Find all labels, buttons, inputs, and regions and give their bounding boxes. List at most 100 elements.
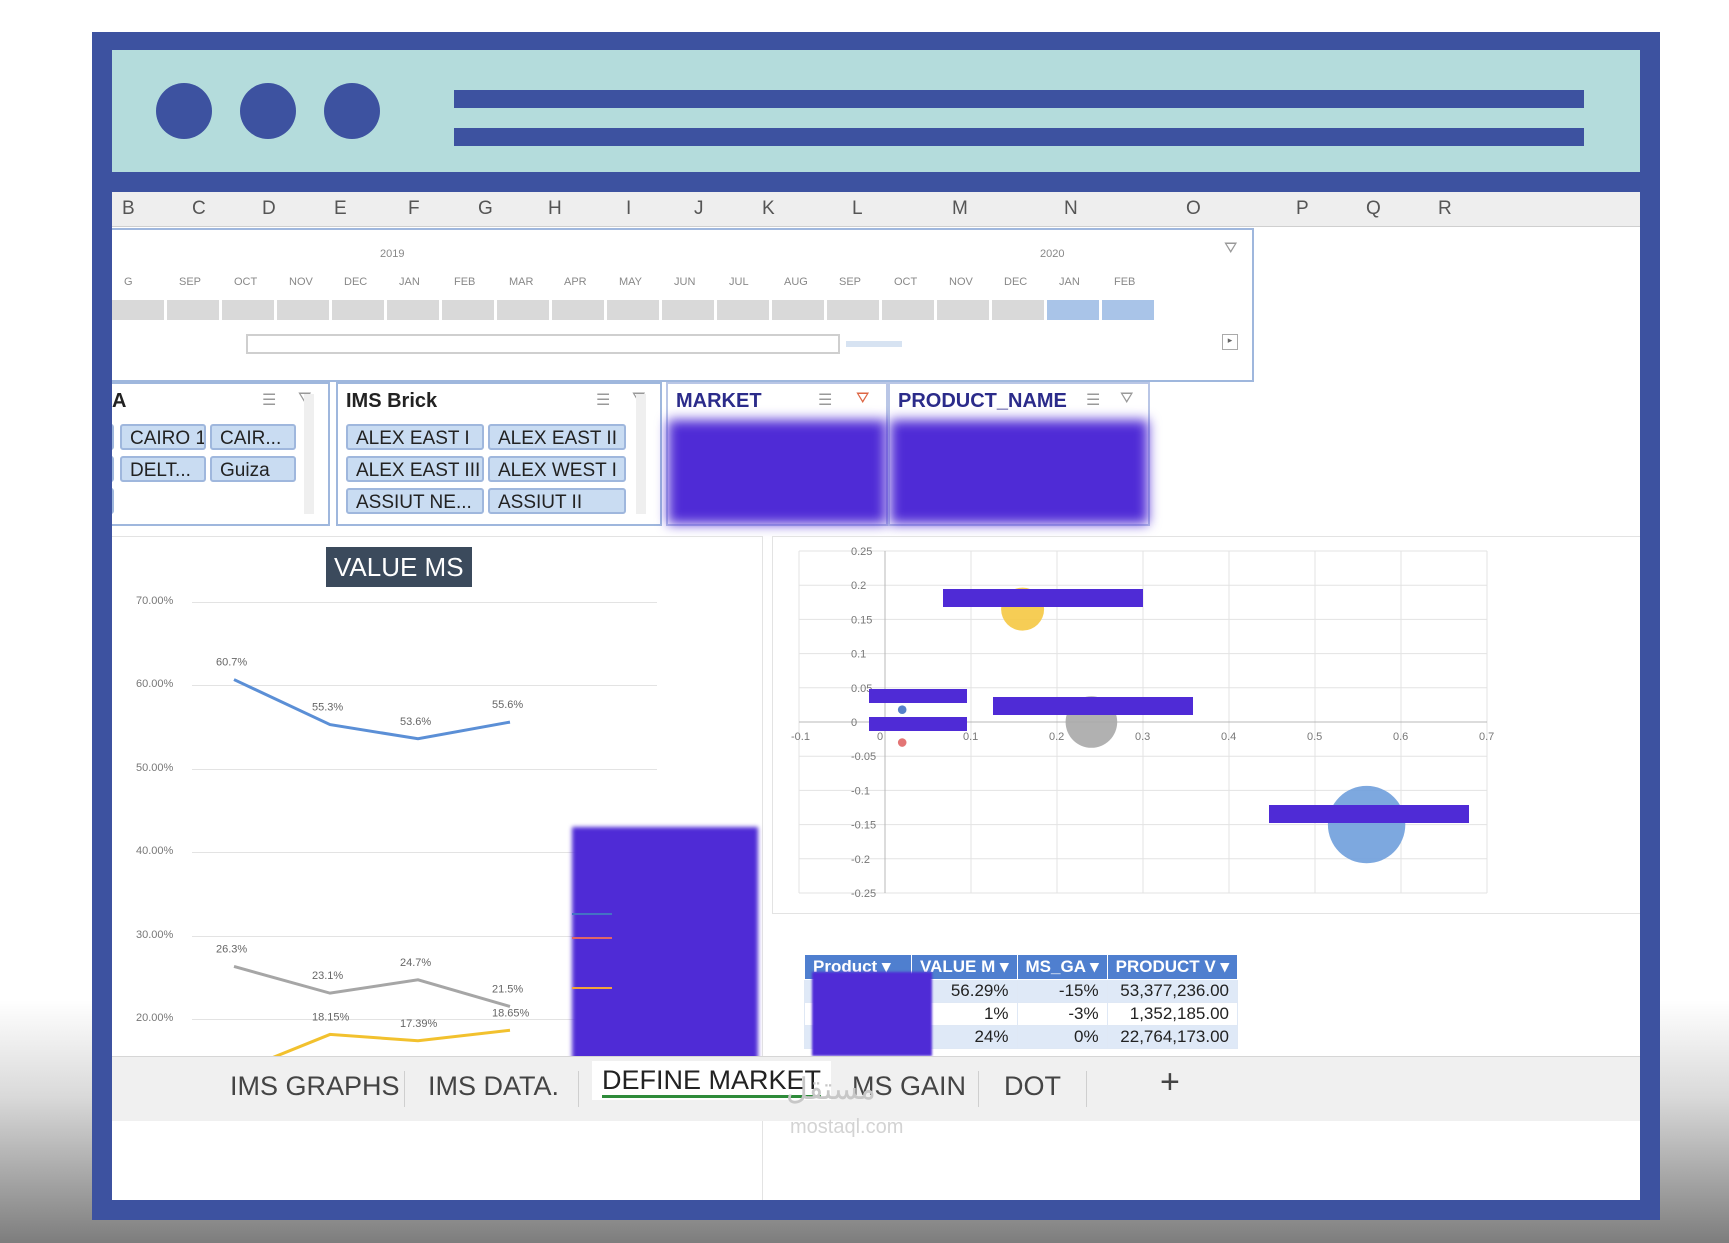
tab-dot[interactable]: DOT — [1004, 1071, 1061, 1102]
column-header[interactable]: M — [952, 198, 968, 220]
window-control-dot[interactable] — [240, 83, 296, 139]
timeline-month-bar[interactable] — [882, 300, 934, 320]
slicer-item[interactable] — [112, 456, 114, 482]
add-sheet-button[interactable]: + — [1160, 1063, 1180, 1102]
timeline-month-bar[interactable] — [937, 300, 989, 320]
timeline-month-bar[interactable] — [387, 300, 439, 320]
window-control-dot[interactable] — [324, 83, 380, 139]
slicer-item[interactable]: DELT... — [120, 456, 206, 482]
ms-gain-bubble-chart[interactable]: -0.1 0 0.1 0.2 0.3 0.4 0.5 0.6 0.7 0.25 0.2 0.15 0.1… — [772, 536, 1640, 914]
tab-ims-data[interactable]: IMS DATA. — [428, 1071, 559, 1102]
timeline-month-bar[interactable] — [167, 300, 219, 320]
spreadsheet-screen: B C D E F G H I J K L M N O P Q R ⛛ 2019… — [112, 192, 1640, 1200]
column-header[interactable]: N — [1064, 198, 1078, 220]
timeline-year-label: 2020 — [1040, 248, 1065, 260]
timeline-month-bar[interactable] — [662, 300, 714, 320]
column-header[interactable]: R — [1438, 198, 1452, 220]
slicer-scrollbar[interactable] — [636, 394, 646, 514]
data-label: 26.3% — [216, 943, 247, 955]
slicer-item[interactable]: Guiza — [210, 456, 296, 482]
y-tick-label: 0.25 — [851, 546, 872, 558]
timeline-month-bar[interactable] — [112, 300, 164, 320]
timeline-month-label: JAN — [399, 276, 420, 288]
slicer-item[interactable]: CAIRO 1 — [120, 424, 206, 450]
column-header[interactable]: D — [262, 198, 276, 220]
timeline-month-label: NOV — [289, 276, 313, 288]
tab-ims-graphs[interactable]: IMS GRAPHS — [230, 1071, 400, 1102]
timeline-month-bar[interactable] — [222, 300, 274, 320]
timeline-month-label: MAY — [619, 276, 643, 288]
timeline-month-label: DEC — [1004, 276, 1028, 288]
y-tick-label: -0.05 — [851, 751, 876, 763]
column-header[interactable]: I — [626, 198, 631, 220]
multi-select-icon[interactable]: ☰ — [262, 390, 276, 410]
window-control-dot[interactable] — [156, 83, 212, 139]
multi-select-icon[interactable]: ☰ — [818, 390, 832, 410]
column-header[interactable]: O — [1186, 198, 1201, 220]
column-header[interactable]: E — [334, 198, 347, 220]
slicer-title: PRODUCT_NAME — [898, 390, 1067, 412]
table-header[interactable]: PRODUCT V ▾ — [1106, 954, 1239, 980]
redacted-product-names — [812, 972, 932, 1056]
slicer-item[interactable]: CAIR... — [210, 424, 296, 450]
column-header[interactable]: L — [852, 198, 863, 220]
column-header[interactable]: G — [478, 198, 493, 220]
tab-separator — [978, 1071, 979, 1107]
column-header[interactable]: F — [408, 198, 420, 220]
column-header[interactable]: Q — [1366, 198, 1381, 220]
clear-filter-icon[interactable]: ⛛ — [1120, 390, 1133, 408]
slicer-item[interactable]: ALEX EAST I — [346, 424, 484, 450]
timeline-month-bar[interactable] — [772, 300, 824, 320]
column-header[interactable]: J — [694, 198, 704, 220]
timeline-month-bar[interactable] — [827, 300, 879, 320]
timeline-month-bar[interactable] — [607, 300, 659, 320]
window-title-bar — [112, 50, 1640, 172]
x-tick-label: 0.4 — [1221, 731, 1236, 743]
slicer-item[interactable] — [112, 424, 114, 450]
clear-filter-icon[interactable]: ⛛ — [1224, 240, 1237, 258]
slicer-scrollbar[interactable] — [304, 394, 314, 514]
timeline-month-label: FEB — [454, 276, 476, 288]
table-cell: 22,764,173.00 — [1106, 1025, 1239, 1049]
multi-select-icon[interactable]: ☰ — [596, 390, 610, 410]
timeline-month-bar[interactable] — [717, 300, 769, 320]
timeline-month-label: OCT — [894, 276, 918, 288]
column-header[interactable]: H — [548, 198, 562, 220]
multi-select-icon[interactable]: ☰ — [1086, 390, 1100, 410]
timeline-month-bar[interactable] — [1047, 300, 1099, 320]
timeline-year-label: 2019 — [380, 248, 405, 260]
slicer-item[interactable]: ALEX EAST III — [346, 456, 484, 482]
timeline-month-bar[interactable] — [1102, 300, 1154, 320]
timeline-slicer[interactable]: ⛛ 2019 2020 G SEP OCT NOV DEC JAN FEB MAR APR MAY… — [112, 228, 1254, 382]
data-label: 23.1% — [312, 970, 343, 982]
slicer-item[interactable] — [112, 488, 114, 514]
y-tick-label: 0.1 — [851, 649, 866, 661]
watermark-arabic: مستقل — [786, 1073, 876, 1106]
timeline-month-bar[interactable] — [552, 300, 604, 320]
column-header[interactable]: C — [192, 198, 206, 220]
table-cell: 53,377,236.00 — [1106, 979, 1239, 1003]
tab-separator — [578, 1071, 579, 1107]
slicer-item[interactable]: ASSIUT NE... — [346, 488, 484, 514]
slicer-item[interactable]: ASSIUT II — [488, 488, 626, 514]
timeline-month-bar[interactable] — [497, 300, 549, 320]
slicer-item[interactable]: ALEX EAST II — [488, 424, 626, 450]
data-label: 24.7% — [400, 957, 431, 969]
timeline-month-bar[interactable] — [277, 300, 329, 320]
timeline-month-label: APR — [564, 276, 587, 288]
timeline-month-bar[interactable] — [992, 300, 1044, 320]
timeline-scroll-right-icon[interactable]: ▸ — [1222, 334, 1238, 350]
column-header[interactable]: K — [762, 198, 775, 220]
timeline-month-bar[interactable] — [332, 300, 384, 320]
table-header[interactable]: MS_GA ▾ — [1016, 954, 1108, 980]
timeline-scrollbar[interactable] — [246, 334, 840, 354]
timeline-month-bar[interactable] — [442, 300, 494, 320]
clear-filter-icon[interactable]: ⛛ — [856, 390, 869, 408]
market-slicer: MARKET ☰ ⛛ — [666, 382, 888, 526]
y-tick-label: -0.2 — [851, 854, 870, 866]
column-header[interactable]: P — [1296, 198, 1309, 220]
slicer-item[interactable]: ALEX WEST I — [488, 456, 626, 482]
timeline-month-label: JUL — [729, 276, 749, 288]
data-label: 17.39% — [400, 1018, 438, 1030]
column-header[interactable]: B — [122, 198, 135, 220]
